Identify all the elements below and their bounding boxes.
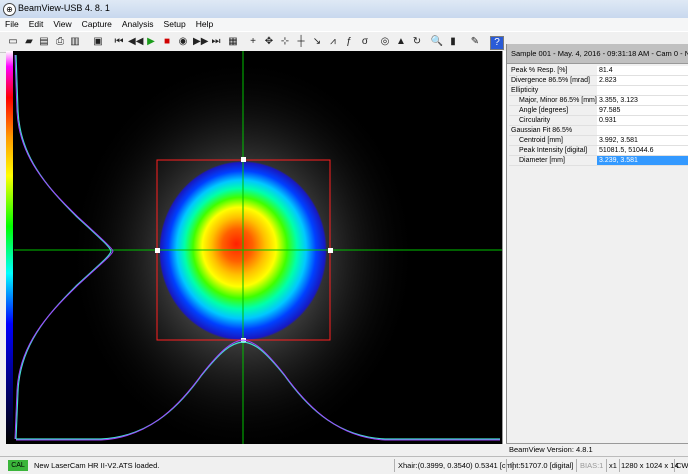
menu-setup[interactable]: Setup — [159, 18, 191, 29]
print-preview-icon[interactable]: ▥ — [68, 35, 82, 49]
results-value[interactable] — [597, 86, 688, 95]
results-label: Major, Minor 86.5% [mm] — [509, 96, 598, 105]
sample-header: Sample 001 - May. 4, 2016 - 09:31:18 AM … — [507, 44, 688, 64]
cursor-icon[interactable]: ┼ — [294, 35, 308, 49]
status-bias: BIAS:1 — [580, 461, 604, 470]
axis-icon[interactable]: ⊹ — [278, 35, 292, 49]
menu-edit[interactable]: Edit — [24, 18, 49, 29]
open-icon[interactable]: ▰ — [22, 35, 36, 49]
results-row[interactable]: Peak % Resp. [%] 81.4 — [509, 66, 688, 76]
results-label: Circularity — [509, 116, 598, 125]
status-intensity: Int:51707.0 [digital] — [510, 461, 574, 470]
status-zoom: x1 — [609, 461, 617, 470]
beam-image-viewport[interactable] — [6, 51, 502, 444]
results-value[interactable]: 3.355, 3.123 — [597, 96, 688, 105]
status-message: New LaserCam HR II-V2.ATS loaded. — [34, 461, 160, 470]
results-row[interactable]: Ellipticity — [509, 86, 688, 96]
window-title: BeamView-USB 4. 8. 1 — [18, 3, 110, 13]
beam-profile-canvas[interactable] — [6, 51, 502, 444]
results-label: Diameter [mm] — [509, 156, 598, 165]
print-icon[interactable]: ⎙ — [53, 35, 67, 49]
pen-icon[interactable]: ✎ — [468, 35, 482, 49]
results-label: Peak Intensity [digital] — [509, 146, 598, 155]
results-value[interactable]: 0.931 — [597, 116, 688, 125]
first-frame-icon[interactable]: ⏮ — [112, 35, 126, 49]
camera-icon[interactable]: ▣ — [91, 35, 105, 49]
results-value[interactable] — [597, 126, 688, 135]
results-row[interactable]: Diameter [mm] 3.239, 3.581 — [509, 156, 688, 166]
angle-icon[interactable]: ↘ — [310, 35, 324, 49]
menu-bar: File Edit View Capture Analysis Setup Help — [0, 18, 688, 31]
results-label: Divergence 86.5% [mrad] — [509, 76, 598, 85]
status-mode: CW — [676, 461, 688, 470]
results-table: Peak % Resp. [%] 81.4 Divergence 86.5% [mr… — [509, 66, 688, 166]
new-icon[interactable]: ▭ — [6, 35, 20, 49]
save-icon[interactable]: ▤ — [37, 35, 51, 49]
sigma-icon[interactable]: σ — [358, 35, 372, 49]
results-value[interactable]: 2.823 — [597, 76, 688, 85]
cal-indicator[interactable]: CAL — [8, 460, 28, 471]
results-value[interactable]: 97.585 — [597, 106, 688, 115]
play-icon[interactable]: ▶ — [144, 35, 158, 49]
results-label: Ellipticity — [509, 86, 598, 95]
results-row[interactable]: Circularity 0.931 — [509, 116, 688, 126]
status-resolution: 1280 x 1024 x 14 — [621, 461, 679, 470]
results-row[interactable]: Peak Intensity [digital] 51081.5, 51044.6 — [509, 146, 688, 156]
results-panel: Sample 001 - May. 4, 2016 - 09:31:18 AM … — [506, 44, 688, 444]
record-icon[interactable]: ◉ — [176, 35, 190, 49]
status-divider — [576, 459, 577, 472]
stop-icon[interactable]: ■ — [160, 35, 174, 49]
last-frame-icon[interactable]: ⏭ — [209, 35, 223, 49]
results-row[interactable]: Angle [degrees] 97.585 — [509, 106, 688, 116]
results-row[interactable]: Major, Minor 86.5% [mm] 3.355, 3.123 — [509, 96, 688, 106]
results-label: Angle [degrees] — [509, 106, 598, 115]
roi-handle-right[interactable] — [328, 248, 333, 253]
results-value[interactable]: 81.4 — [597, 66, 688, 75]
status-bar: CAL New LaserCam HR II-V2.ATS loaded. Xh… — [0, 456, 688, 474]
results-value[interactable]: 51081.5, 51044.6 — [597, 146, 688, 155]
help-icon[interactable]: ? — [490, 36, 504, 50]
previous-frame-icon[interactable]: ◀◀ — [128, 35, 143, 49]
results-value[interactable]: 3.239, 3.581 — [597, 156, 688, 165]
results-label: Centroid [mm] — [509, 136, 598, 145]
aperture-icon[interactable]: ◎ — [378, 35, 392, 49]
menu-help[interactable]: Help — [191, 18, 218, 29]
results-row[interactable]: Gaussian Fit 86.5% — [509, 126, 688, 136]
crosshair-icon[interactable]: + — [246, 35, 260, 49]
version-bar: BeamView Version: 4.8.1 — [506, 443, 688, 455]
status-divider — [606, 459, 607, 472]
status-crosshair: Xhair:(0.3999, 0.3540) 0.5341 [cm] — [398, 461, 514, 470]
version-text: BeamView Version: 4.8.1 — [509, 445, 593, 454]
rotate-icon[interactable]: ↻ — [410, 35, 424, 49]
menu-file[interactable]: File — [0, 18, 24, 29]
3d-view-icon[interactable]: ▲ — [394, 35, 408, 49]
results-row[interactable]: Divergence 86.5% [mrad] 2.823 — [509, 76, 688, 86]
app-icon[interactable]: ⊕ — [3, 3, 16, 16]
title-bar: ⊕ BeamView-USB 4. 8. 1 — [0, 0, 688, 19]
status-divider — [619, 459, 620, 472]
next-frame-icon[interactable]: ▶▶ — [193, 35, 208, 49]
zoom-icon[interactable]: 🔍 — [430, 35, 444, 49]
results-row[interactable]: Centroid [mm] 3.992, 3.581 — [509, 136, 688, 146]
results-label: Peak % Resp. [%] — [509, 66, 598, 75]
histogram-icon[interactable]: ▮ — [446, 35, 460, 49]
sample-header-text: Sample 001 - May. 4, 2016 - 09:31:18 AM … — [511, 49, 688, 58]
roi-handle-left[interactable] — [155, 248, 160, 253]
status-divider — [674, 459, 675, 472]
menu-analysis[interactable]: Analysis — [117, 18, 159, 29]
results-label: Gaussian Fit 86.5% — [509, 126, 598, 135]
function-icon[interactable]: ƒ — [342, 35, 356, 49]
menu-view[interactable]: View — [48, 18, 76, 29]
profile-icon[interactable]: ⩘ — [326, 35, 340, 49]
status-divider — [506, 459, 507, 472]
color-scale-bar — [6, 51, 13, 441]
roi-handle-top[interactable] — [241, 157, 246, 162]
move-crosshair-icon[interactable]: ✥ — [262, 35, 276, 49]
snapshot-icon[interactable]: ▦ — [226, 35, 240, 49]
menu-capture[interactable]: Capture — [77, 18, 117, 29]
status-divider — [394, 459, 395, 472]
results-value[interactable]: 3.992, 3.581 — [597, 136, 688, 145]
